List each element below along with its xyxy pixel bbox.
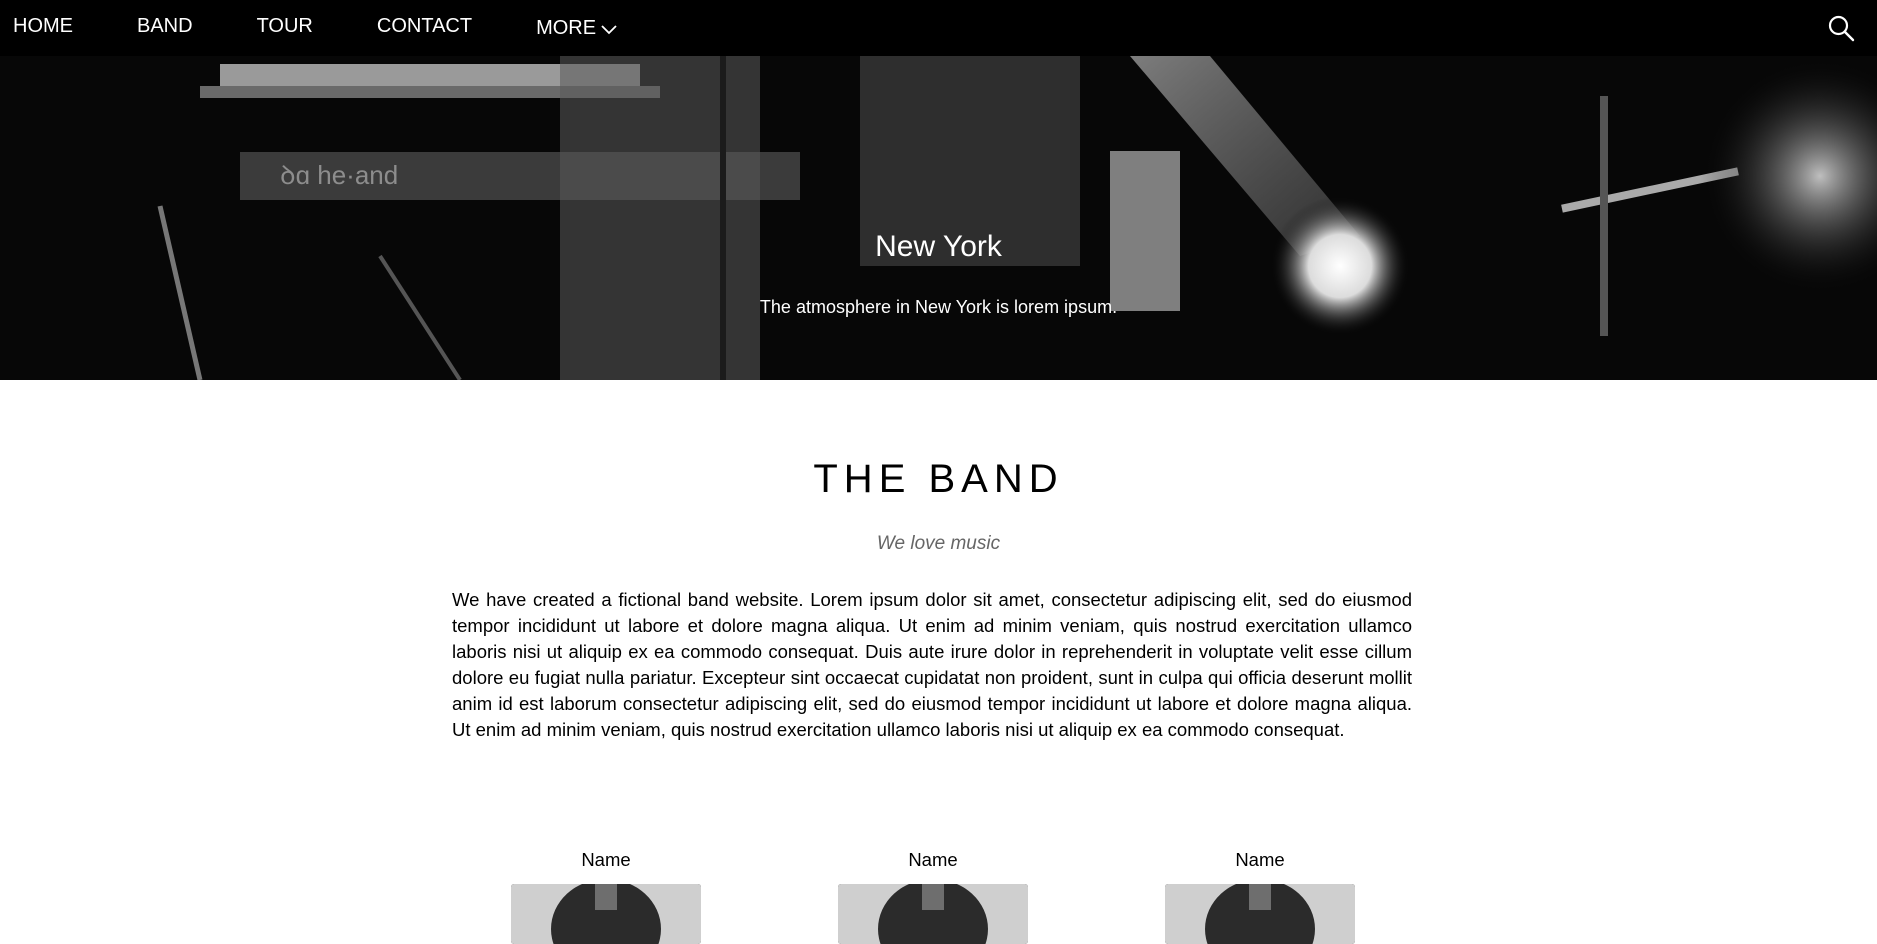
member-name: Name	[908, 849, 958, 870]
member-photo	[511, 884, 701, 944]
svg-text:ꝺɑ he·and: ꝺɑ he·and	[280, 160, 398, 190]
hero-banner: ꝺɑ he·and New York The atmosphere in New…	[0, 56, 1877, 380]
band-member-card: Name	[1160, 848, 1360, 944]
band-tagline: We love music	[876, 533, 1001, 554]
top-navbar: HOME BAND TOUR CONTACT MORE	[0, 0, 1877, 56]
band-member-card: Name	[506, 848, 706, 944]
member-photo	[1165, 884, 1355, 944]
nav-band[interactable]: BAND	[105, 0, 225, 56]
member-name: Name	[1235, 849, 1285, 870]
band-section-heading: THE BAND	[813, 457, 1064, 501]
member-name: Name	[581, 849, 631, 870]
band-description: We have created a fictional band website…	[452, 589, 1412, 740]
chevron-down-icon	[601, 25, 617, 35]
hero-title: New York	[875, 230, 1002, 263]
nav-home[interactable]: HOME	[0, 0, 105, 56]
band-member-card: Name	[833, 848, 1033, 944]
nav-contact[interactable]: CONTACT	[345, 0, 504, 56]
member-photo	[838, 884, 1028, 944]
nav-tour[interactable]: TOUR	[225, 0, 345, 56]
hero-subtitle: The atmosphere in New York is lorem ipsu…	[759, 297, 1118, 317]
search-icon	[1828, 15, 1855, 42]
nav-more-dropdown[interactable]: MORE	[504, 0, 650, 56]
search-button[interactable]	[1825, 12, 1857, 44]
nav-more-label: MORE	[536, 17, 597, 39]
hero-background-image: ꝺɑ he·and	[0, 56, 1877, 380]
